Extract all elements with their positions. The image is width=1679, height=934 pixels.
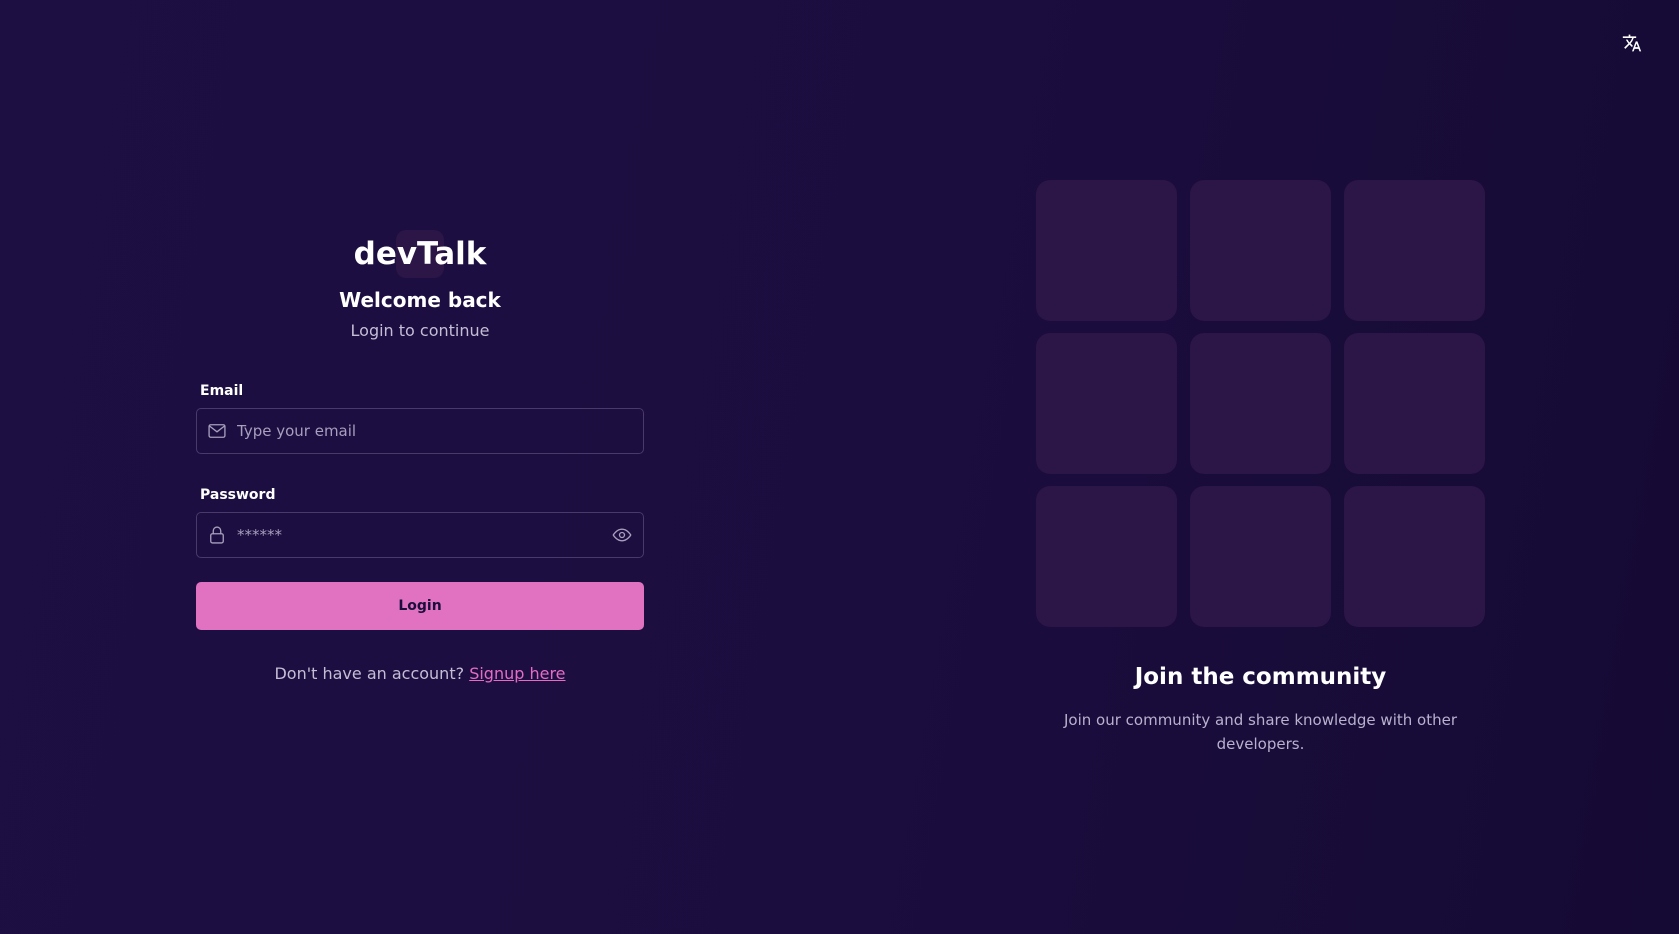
community-title: Join the community bbox=[1134, 664, 1387, 690]
language-toggle-button[interactable] bbox=[1618, 33, 1646, 57]
brand-logo: devTalk bbox=[196, 228, 644, 280]
community-tile-grid bbox=[1036, 180, 1485, 627]
password-label: Password bbox=[200, 487, 276, 503]
community-tile bbox=[1344, 180, 1485, 321]
community-tile bbox=[1190, 180, 1331, 321]
community-tile bbox=[1036, 180, 1177, 321]
mail-icon bbox=[207, 421, 227, 441]
community-description: Join our community and share knowledge w… bbox=[1064, 711, 1457, 753]
email-input[interactable] bbox=[235, 408, 633, 454]
password-field-wrapper bbox=[196, 512, 644, 558]
login-panel: devTalk Welcome back Login to continue E… bbox=[196, 228, 644, 683]
brand-name: devTalk bbox=[353, 236, 487, 272]
signup-prompt-row: Don't have an account? Signup here bbox=[196, 664, 644, 683]
translate-icon bbox=[1622, 33, 1642, 57]
login-button[interactable]: Login bbox=[196, 582, 644, 630]
password-input[interactable] bbox=[235, 512, 611, 558]
eye-icon[interactable] bbox=[611, 524, 633, 546]
community-section: Join the community Join our community an… bbox=[1036, 660, 1485, 756]
community-tile bbox=[1036, 333, 1177, 474]
signup-prompt-text: Don't have an account? bbox=[274, 664, 465, 683]
community-tile bbox=[1344, 333, 1485, 474]
page-title: Welcome back bbox=[339, 288, 501, 312]
email-label: Email bbox=[200, 383, 244, 399]
page-subtitle: Login to continue bbox=[350, 321, 490, 340]
community-tile bbox=[1190, 486, 1331, 627]
email-field-wrapper bbox=[196, 408, 644, 454]
community-tile bbox=[1190, 333, 1331, 474]
signup-link[interactable]: Signup here bbox=[469, 664, 565, 683]
community-tile bbox=[1036, 486, 1177, 627]
community-tile bbox=[1344, 486, 1485, 627]
lock-icon bbox=[207, 525, 227, 545]
